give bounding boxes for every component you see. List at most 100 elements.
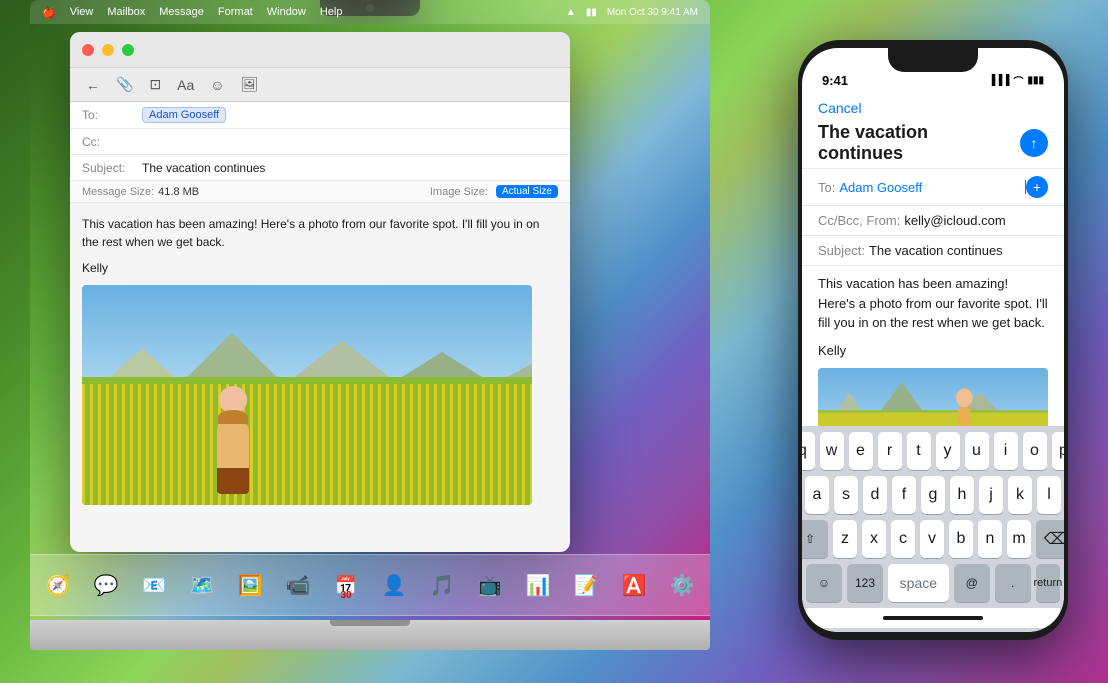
key-f[interactable]: f: [892, 476, 916, 514]
key-r[interactable]: r: [878, 432, 902, 470]
dock-item-systemprefs[interactable]: ⚙️: [660, 563, 704, 607]
key-t[interactable]: t: [907, 432, 931, 470]
cc-field-row[interactable]: Cc:: [70, 129, 570, 155]
dock-item-pages[interactable]: 📝: [564, 563, 608, 607]
dock-item-mail[interactable]: 📧: [132, 563, 176, 607]
key-space[interactable]: space: [888, 564, 949, 602]
key-q[interactable]: q: [802, 432, 815, 470]
iphone-to-row[interactable]: To: Adam Gooseff +: [802, 169, 1064, 206]
laptop-screen: 🍎 View Mailbox Message Format Window Hel…: [30, 0, 710, 620]
key-g[interactable]: g: [921, 476, 945, 514]
laptop-base: [30, 620, 710, 650]
iphone-mail-body[interactable]: This vacation has been amazing! Here's a…: [802, 266, 1064, 426]
key-w[interactable]: w: [820, 432, 844, 470]
body-text: This vacation has been amazing! Here's a…: [82, 215, 558, 251]
iphone-screen: 9:41 ▐▐▐ ⌒ ▮▮▮ Cancel The vacation conti…: [802, 48, 1064, 632]
message-size-row: Message Size: 41.8 MB Image Size: Actual…: [70, 181, 570, 203]
minimize-button[interactable]: [102, 44, 114, 56]
dock-item-contacts[interactable]: 👤: [372, 563, 416, 607]
ios-keyboard[interactable]: q w e r t y u i o p a s d f g: [802, 426, 1064, 632]
key-y[interactable]: y: [936, 432, 960, 470]
iphone-mail-content: Cancel The vacation continues ↑ To: Adam…: [802, 92, 1064, 632]
signal-icon: ▐▐▐: [988, 75, 1009, 86]
key-emoji[interactable]: ☺: [806, 564, 842, 602]
key-p[interactable]: p: [1052, 432, 1065, 470]
key-d[interactable]: d: [863, 476, 887, 514]
font-icon[interactable]: Aa: [177, 77, 194, 93]
dock-item-calendar[interactable]: 📅30: [324, 563, 368, 607]
iphone-cancel-button[interactable]: Cancel: [818, 100, 862, 116]
key-l[interactable]: l: [1037, 476, 1061, 514]
key-return[interactable]: return: [1036, 564, 1060, 602]
to-recipient-chip[interactable]: Adam Gooseff: [142, 107, 226, 123]
menu-view[interactable]: View: [70, 6, 94, 18]
key-i[interactable]: i: [994, 432, 1018, 470]
key-v[interactable]: v: [920, 520, 944, 558]
subject-label: Subject:: [82, 161, 142, 175]
key-m[interactable]: m: [1007, 520, 1031, 558]
dock-item-messages[interactable]: 💬: [84, 563, 128, 607]
key-e[interactable]: e: [849, 432, 873, 470]
iphone-subject-field-row[interactable]: Subject: The vacation continues: [802, 236, 1064, 266]
dock-item-appstore[interactable]: 🅰️: [612, 563, 656, 607]
key-c[interactable]: c: [891, 520, 915, 558]
key-a[interactable]: a: [805, 476, 829, 514]
cc-label: Cc:: [82, 135, 142, 149]
key-h[interactable]: h: [950, 476, 974, 514]
dock-item-trash[interactable]: 🗑️: [708, 563, 710, 607]
iphone-photo-svg: [818, 368, 1048, 426]
apple-menu[interactable]: 🍎: [42, 6, 56, 19]
back-icon[interactable]: ←: [86, 77, 100, 93]
key-b[interactable]: b: [949, 520, 973, 558]
key-u[interactable]: u: [965, 432, 989, 470]
iphone-add-recipient-button[interactable]: +: [1026, 176, 1048, 198]
key-k[interactable]: k: [1008, 476, 1032, 514]
mail-body[interactable]: This vacation has been amazing! Here's a…: [70, 203, 570, 517]
send-arrow-icon: ↑: [1031, 135, 1038, 151]
menu-message[interactable]: Message: [159, 6, 204, 18]
iphone-to-label: To:: [818, 180, 835, 195]
photo-icon[interactable]: ⊡: [149, 76, 161, 93]
subject-field-row[interactable]: Subject: The vacation continues: [70, 155, 570, 181]
dock-item-photos[interactable]: 🖼️: [228, 563, 272, 607]
iphone-subject-label: Subject:: [818, 243, 865, 258]
key-delete[interactable]: ⌫: [1036, 520, 1064, 558]
dock-item-numbers[interactable]: 📊: [516, 563, 560, 607]
key-o[interactable]: o: [1023, 432, 1047, 470]
iphone-send-button[interactable]: ↑: [1020, 129, 1048, 157]
dock-item-launchpad[interactable]: ⊞: [30, 563, 32, 607]
home-bar: [883, 616, 983, 620]
menu-mailbox[interactable]: Mailbox: [107, 6, 145, 18]
menu-format[interactable]: Format: [218, 6, 253, 18]
dock-item-facetime[interactable]: 📹: [276, 563, 320, 607]
key-period[interactable]: .: [995, 564, 1031, 602]
dock-item-safari[interactable]: 🧭: [36, 563, 80, 607]
photo-insert-icon[interactable]: 🖼: [241, 76, 259, 93]
dock-item-music[interactable]: 🎵: [420, 563, 464, 607]
attachment-icon[interactable]: 📎: [116, 76, 133, 93]
iphone-battery-icon: ▮▮▮: [1027, 75, 1044, 86]
key-numbers[interactable]: 123: [847, 564, 883, 602]
dock-item-maps[interactable]: 🗺️: [180, 563, 224, 607]
key-n[interactable]: n: [978, 520, 1002, 558]
iphone-from-value: kelly@icloud.com: [904, 213, 1005, 228]
key-shift[interactable]: ⇧: [802, 520, 828, 558]
menu-help[interactable]: Help: [320, 6, 343, 18]
menu-window[interactable]: Window: [267, 6, 306, 18]
emoji-icon[interactable]: ☺: [210, 77, 224, 93]
key-at[interactable]: @: [954, 564, 990, 602]
close-button[interactable]: [82, 44, 94, 56]
photo-child-figure: [217, 386, 249, 494]
iphone-mail-header: Cancel The vacation continues ↑: [802, 92, 1064, 169]
maximize-button[interactable]: [122, 44, 134, 56]
mail-toolbar: ← 📎 ⊡ Aa ☺ 🖼: [70, 68, 570, 102]
key-s[interactable]: s: [834, 476, 858, 514]
iphone-clock: 9:41: [822, 73, 848, 88]
key-z[interactable]: z: [833, 520, 857, 558]
key-x[interactable]: x: [862, 520, 886, 558]
menubar-right: ▲ ▮▮ Mon Oct 30 9:41 AM: [566, 7, 698, 18]
actual-size-button[interactable]: Actual Size: [496, 185, 558, 198]
key-j[interactable]: j: [979, 476, 1003, 514]
iphone-from-row[interactable]: Cc/Bcc, From: kelly@icloud.com: [802, 206, 1064, 236]
dock-item-appletv[interactable]: 📺: [468, 563, 512, 607]
